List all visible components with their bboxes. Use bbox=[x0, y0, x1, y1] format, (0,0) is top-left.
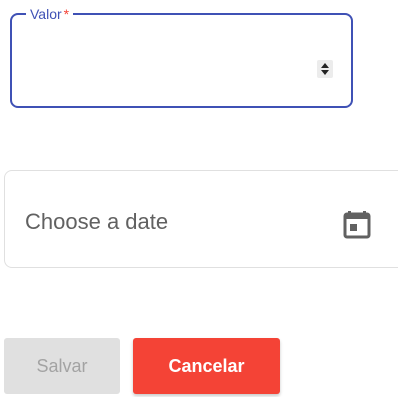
date-field[interactable] bbox=[4, 170, 398, 268]
valor-label: Valor * bbox=[26, 6, 74, 22]
valor-field[interactable]: Valor * bbox=[10, 6, 353, 108]
save-button[interactable]: Salvar bbox=[4, 338, 120, 394]
spinner-up-icon[interactable] bbox=[321, 63, 329, 68]
calendar-toggle-button[interactable] bbox=[339, 203, 379, 243]
form-page: Valor* Salvar Cancelar bbox=[0, 0, 398, 397]
spinner-down-icon[interactable] bbox=[321, 70, 329, 75]
valor-label-text: Valor bbox=[30, 6, 62, 22]
cancel-button[interactable]: Cancelar bbox=[133, 338, 280, 394]
valor-input[interactable] bbox=[24, 55, 308, 81]
date-input[interactable] bbox=[23, 206, 317, 238]
calendar-icon bbox=[343, 211, 371, 239]
required-asterisk: * bbox=[63, 6, 70, 22]
number-spinner-icon[interactable] bbox=[317, 60, 333, 78]
